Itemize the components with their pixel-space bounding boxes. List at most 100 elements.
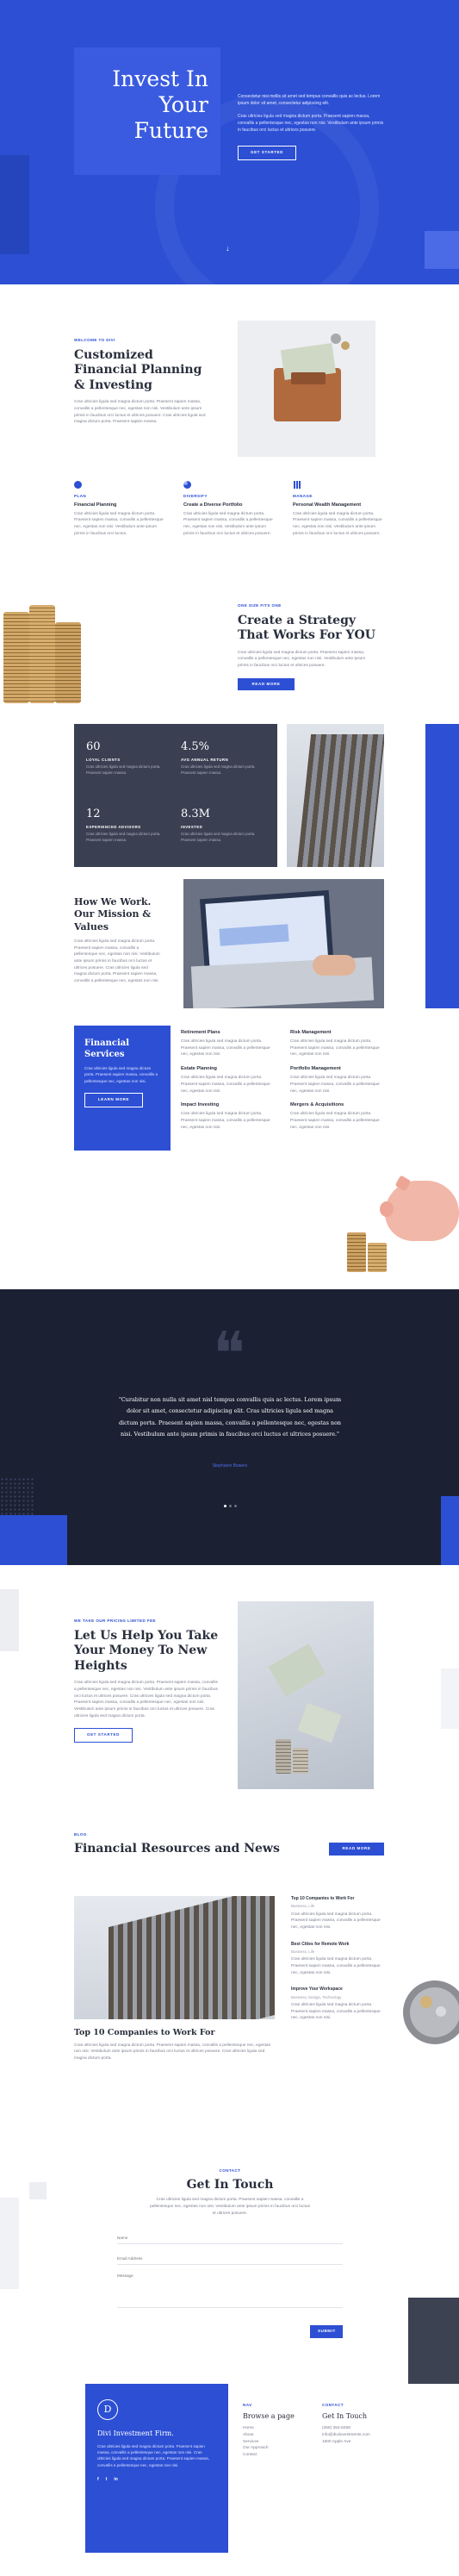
help-label: WE TAKE OUR PRICING LIMITED FEE (74, 1619, 157, 1623)
stat-label: INVESTED (181, 824, 203, 829)
service-title: Impact Investing (181, 1102, 220, 1108)
hero-get-started-button[interactable]: GET STARTED (238, 146, 296, 160)
service-text: Cras ultricies ligula sed magna dictum p… (290, 1039, 380, 1057)
help-right-accent (441, 1668, 459, 1729)
blog-post-title[interactable]: Improve Your Workspace (291, 1987, 384, 1993)
stat-text: Cras ultricies ligula sed magna dictum p… (181, 832, 256, 842)
logo-icon[interactable]: D (97, 2399, 118, 2420)
footer-email[interactable]: info@diviinvestments.com (322, 2432, 400, 2439)
strategy-title: Create a Strategy That Works For YOU (238, 613, 375, 643)
stat-item: 12 EXPERIENCED ADVISORS Cras ultricies l… (86, 807, 172, 843)
stat-label: EXPERIENCED ADVISORS (86, 824, 141, 829)
feature-card: DIVERSIFY Create a Diverse Portfolio Cra… (183, 481, 276, 537)
message-field[interactable] (117, 2273, 343, 2308)
coins-bowl-image (398, 1977, 459, 2046)
blog-read-more-button[interactable]: READ MORE (329, 1843, 384, 1856)
blog-featured-title[interactable]: Top 10 Companies to Work For (74, 2027, 275, 2039)
linkedin-icon[interactable]: in (114, 2477, 117, 2483)
slider-dot-active[interactable] (223, 1505, 226, 1507)
slider-dot[interactable] (233, 1505, 237, 1507)
strategy-label: ONE SIZE FITS ONE (238, 603, 282, 608)
welcome-title: Customized Financial Planning & Investin… (74, 347, 202, 392)
stat-label: LOYAL CLIENTS (86, 757, 121, 762)
stat-text: Cras ultricies ligula sed magna dictum p… (86, 764, 161, 775)
service-item: Risk Management Cras ultricies ligula sed… (290, 1029, 384, 1058)
stat-value: 4.5% (181, 740, 210, 753)
slider-dot[interactable] (228, 1505, 232, 1507)
strategy-section: ONE SIZE FITS ONE Create a Strategy That… (0, 586, 459, 724)
footer-brand-name: Divi Investment Firm. (97, 2429, 174, 2437)
footer-contact-title: Get In Touch (322, 2411, 368, 2420)
twitter-icon[interactable]: t (106, 2477, 108, 2483)
blog-post-meta: Business, Life (291, 1904, 315, 1909)
testimonial-accent-square (0, 1515, 67, 1565)
stat-text: Cras ultricies ligula sed magna dictum p… (86, 832, 161, 842)
sliders-icon (293, 481, 301, 489)
blog-featured-image[interactable] (74, 1896, 275, 2019)
footer-address: 1600 Apple Ave (322, 2439, 351, 2444)
contact-form (117, 2232, 343, 2311)
blog-post-item[interactable]: Improve Your Workspace Business, Design,… (291, 1987, 384, 2022)
slider-dots[interactable] (222, 1505, 238, 1507)
hero-title-line-2: Your (158, 92, 208, 117)
blog-post-text: Cras ultricies ligula sed magna dictum p… (291, 2002, 381, 2021)
service-title: Portfolio Management (290, 1066, 341, 1072)
feature-label: PLAN (74, 494, 87, 498)
contact-section: CONTACT Get In Touch Cras ultricies ligu… (0, 2168, 459, 2384)
feature-card: MANAGE Personal Wealth Management Cras u… (293, 481, 388, 537)
facebook-icon[interactable]: f (97, 2477, 99, 2483)
feature-title: Financial Planning (74, 502, 117, 508)
services-section: Financial Services Cras ultricies ligula… (0, 1026, 459, 1155)
name-field[interactable] (117, 2232, 343, 2244)
hero-title-line-1: Invest In (112, 66, 208, 91)
stat-label: AVG ANNUAL RETURN (181, 757, 229, 762)
footer-nav-link-contact[interactable]: Contact (243, 2452, 312, 2459)
strategy-read-more-button[interactable]: READ MORE (238, 677, 295, 691)
hero-title-line-3: Future (133, 118, 208, 143)
strategy-text: Cras ultricies ligula sed magna dictum p… (238, 650, 366, 668)
footer-phone[interactable]: (255) 352-6258 (322, 2425, 400, 2432)
feature-label: DIVERSIFY (183, 494, 208, 498)
feature-title: Personal Wealth Management (293, 502, 362, 508)
stats-panel: 60 LOYAL CLIENTS Cras ultricies ligula s… (74, 724, 277, 867)
wallet-image (238, 321, 375, 457)
blog-label: BLOG (74, 1832, 87, 1837)
stats-section: 60 LOYAL CLIENTS Cras ultricies ligula s… (0, 724, 459, 1008)
footer-nav-link-approach[interactable]: Our Approach (243, 2445, 312, 2452)
hero-section: Invest In Your Future Consectetur nisi m… (0, 0, 459, 284)
blog-post-item[interactable]: Best Cities for Remote Work Business, Li… (291, 1942, 384, 1977)
blog-section: BLOG Financial Resources and News READ M… (0, 1824, 459, 2168)
service-item: Mergers & Acquisitions Cras ultricies lig… (290, 1101, 384, 1131)
how-we-work-section: How We Work. Our Mission & Values Cras u… (0, 876, 459, 1022)
hero-accent-square (425, 231, 459, 269)
footer-nav-link-services[interactable]: Services (243, 2439, 312, 2446)
feature-label: MANAGE (293, 494, 313, 498)
service-item: Retirement Plans Cras ultricies ligula se… (181, 1029, 275, 1058)
footer-nav-link-home[interactable]: Home (243, 2425, 312, 2432)
email-field[interactable] (117, 2253, 343, 2265)
footer-contact-label: CONTACT (322, 2403, 344, 2407)
blog-post-title[interactable]: Top 10 Companies to Work For (291, 1896, 384, 1902)
help-get-started-button[interactable]: GET STARTED (74, 1728, 133, 1743)
help-left-accent (0, 1589, 19, 1651)
service-text: Cras ultricies ligula sed magna dictum p… (181, 1039, 270, 1057)
contact-submit-button[interactable]: SUBMIT (310, 2325, 343, 2338)
services-learn-more-button[interactable]: LEARN MORE (84, 1093, 143, 1107)
help-section: WE TAKE OUR PRICING LIMITED FEE Let Us H… (0, 1565, 459, 1824)
hero-title: Invest In Your Future (112, 66, 208, 144)
service-item: Impact Investing Cras ultricies ligula se… (181, 1101, 275, 1131)
contact-left-accent (0, 2198, 19, 2289)
footer-nav-link-about[interactable]: About (243, 2432, 312, 2439)
logo-letter: D (103, 2404, 112, 2416)
footer-brand-text: Cras ultricies ligula sed magna dictum p… (97, 2443, 209, 2467)
blog-post-title[interactable]: Best Cities for Remote Work (291, 1942, 384, 1948)
help-text: Cras ultricies ligula sed magna dictum p… (74, 1681, 218, 1718)
help-title: Let Us Help You Take Your Money To New H… (74, 1628, 219, 1673)
scroll-down-icon[interactable]: ↓ (226, 243, 230, 254)
blog-post-item[interactable]: Top 10 Companies to Work For Business, L… (291, 1896, 384, 1931)
service-text: Cras ultricies ligula sed magna dictum p… (290, 1076, 380, 1094)
how-we-work-text: Cras ultricies ligula sed magna dictum p… (74, 939, 160, 983)
pie-chart-icon (183, 481, 191, 489)
services-title: Financial Services (84, 1039, 130, 1059)
blog-post-text: Cras ultricies ligula sed magna dictum p… (291, 1957, 381, 1975)
